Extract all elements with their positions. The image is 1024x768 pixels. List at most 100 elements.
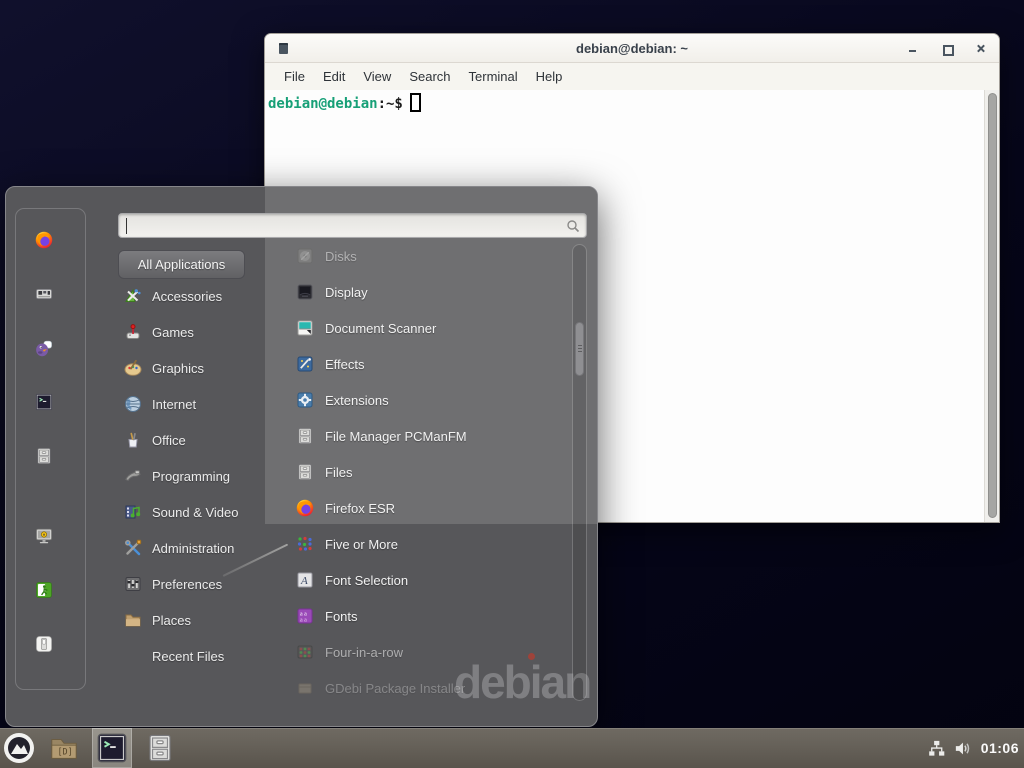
category-preferences[interactable]: Preferences bbox=[114, 566, 264, 602]
terminal-menu-terminal[interactable]: Terminal bbox=[460, 65, 527, 88]
games-icon bbox=[124, 323, 142, 341]
category-administration[interactable]: Administration bbox=[114, 530, 264, 566]
maximize-button[interactable] bbox=[940, 42, 953, 55]
app-item-disks[interactable]: Disks bbox=[265, 238, 571, 274]
terminal-menu-file[interactable]: File bbox=[275, 65, 314, 88]
terminal-titlebar[interactable]: debian@debian: ~ bbox=[265, 34, 999, 63]
sound-video-icon bbox=[124, 503, 142, 521]
apps-scrollbar[interactable] bbox=[572, 244, 587, 701]
app-item-files[interactable]: Files bbox=[265, 454, 571, 490]
category-places[interactable]: Places bbox=[114, 602, 264, 638]
prompt-suffix: :~$ bbox=[378, 96, 403, 112]
document-scanner-icon bbox=[296, 319, 314, 337]
administration-icon bbox=[124, 539, 142, 557]
prompt-user-host: debian@debian bbox=[268, 96, 378, 112]
search-icon bbox=[566, 219, 580, 233]
category-label: Accessories bbox=[152, 289, 222, 304]
favorite-lock-screen[interactable] bbox=[34, 526, 68, 560]
category-office[interactable]: Office bbox=[114, 422, 264, 458]
scrollbar-grip bbox=[578, 345, 582, 354]
application-menu: debian All Applications AccessoriesGames… bbox=[5, 186, 598, 727]
app-label: Display bbox=[325, 285, 368, 300]
category-label: Internet bbox=[152, 397, 196, 412]
all-applications-button[interactable]: All Applications bbox=[118, 250, 245, 279]
favorite-firefox[interactable] bbox=[34, 230, 68, 264]
favorite-shut-down[interactable] bbox=[34, 634, 68, 668]
category-accessories[interactable]: Accessories bbox=[114, 278, 264, 314]
app-item-file-manager-pcmanfm[interactable]: File Manager PCManFM bbox=[265, 418, 571, 454]
favorite-pidgin[interactable] bbox=[34, 338, 68, 372]
category-recent-files[interactable]: Recent Files bbox=[114, 638, 264, 674]
app-item-fonts[interactable]: a aa aFonts bbox=[265, 598, 571, 634]
minimize-button[interactable] bbox=[906, 42, 919, 55]
taskbar-file-manager-launcher[interactable]: [D] bbox=[44, 728, 84, 768]
category-label: Administration bbox=[152, 541, 234, 556]
svg-text:[D]: [D] bbox=[57, 747, 72, 757]
favorites-bottom-group bbox=[34, 526, 68, 668]
category-list: Accessories GamesGraphics Internet Office Pr… bbox=[114, 278, 264, 674]
fonts-icon: a aa a bbox=[296, 607, 314, 625]
category-label: Office bbox=[152, 433, 186, 448]
clock[interactable]: 01:06 bbox=[979, 740, 1019, 756]
terminal-scrollbar-thumb[interactable] bbox=[988, 93, 997, 518]
internet-icon bbox=[124, 395, 142, 413]
menu-search-box bbox=[118, 213, 587, 238]
favorite-terminal[interactable] bbox=[34, 392, 68, 426]
app-label: Four-in-a-row bbox=[325, 645, 403, 660]
app-label: Disks bbox=[325, 249, 357, 264]
favorite-files[interactable] bbox=[34, 446, 68, 480]
terminal-menubar: FileEditViewSearchTerminalHelp bbox=[265, 63, 999, 90]
volume-icon[interactable] bbox=[953, 739, 972, 758]
taskbar-files-launcher[interactable] bbox=[140, 728, 180, 768]
control-center-icon bbox=[35, 285, 67, 317]
close-button[interactable] bbox=[974, 42, 987, 55]
terminal-scrollbar[interactable] bbox=[984, 90, 999, 522]
five-or-more-icon bbox=[296, 535, 314, 553]
category-label: Places bbox=[152, 613, 191, 628]
app-item-five-or-more[interactable]: Five or More bbox=[265, 526, 571, 562]
font-selection-icon: A bbox=[296, 571, 314, 589]
network-icon[interactable] bbox=[927, 739, 946, 758]
gdebi-icon bbox=[296, 679, 314, 697]
terminal-menu-help[interactable]: Help bbox=[527, 65, 572, 88]
extensions-icon bbox=[296, 391, 314, 409]
app-label: File Manager PCManFM bbox=[325, 429, 467, 444]
firefox-icon bbox=[296, 499, 314, 517]
app-label: Five or More bbox=[325, 537, 398, 552]
terminal-menu-edit[interactable]: Edit bbox=[314, 65, 354, 88]
lock-screen-icon bbox=[35, 527, 67, 559]
favorites-panel bbox=[15, 208, 86, 690]
terminal-menu-view[interactable]: View bbox=[354, 65, 400, 88]
category-internet[interactable]: Internet bbox=[114, 386, 264, 422]
app-item-extensions[interactable]: Extensions bbox=[265, 382, 571, 418]
svg-text:A: A bbox=[300, 575, 308, 587]
app-item-gdebi-package-installer[interactable]: GDebi Package Installer bbox=[265, 670, 571, 706]
taskbar-launchers: [D] bbox=[44, 728, 180, 768]
taskbar: [D] 01:06 bbox=[0, 728, 1024, 768]
favorite-control-center[interactable] bbox=[34, 284, 68, 318]
favorite-log-out[interactable] bbox=[34, 580, 68, 614]
app-item-four-in-a-row[interactable]: Four-in-a-row bbox=[265, 634, 571, 670]
shut-down-icon bbox=[35, 635, 67, 667]
taskbar-terminal-window-button[interactable] bbox=[92, 728, 132, 768]
category-programming[interactable]: Programming bbox=[114, 458, 264, 494]
blank-icon bbox=[124, 647, 142, 665]
category-games[interactable]: Games bbox=[114, 314, 264, 350]
places-icon bbox=[124, 611, 142, 629]
four-in-a-row-icon bbox=[296, 643, 314, 661]
terminal-menu-search[interactable]: Search bbox=[400, 65, 459, 88]
app-item-firefox-esr[interactable]: Firefox ESR bbox=[265, 490, 571, 526]
apps-scrollbar-thumb[interactable] bbox=[575, 322, 584, 376]
terminal-prompt: debian@debian:~$ bbox=[268, 93, 421, 112]
app-item-document-scanner[interactable]: Document Scanner bbox=[265, 310, 571, 346]
app-item-display[interactable]: Display bbox=[265, 274, 571, 310]
menu-button[interactable] bbox=[0, 728, 38, 768]
category-label: Recent Files bbox=[152, 649, 224, 664]
search-input[interactable] bbox=[127, 216, 557, 235]
category-sound-video[interactable]: Sound & Video bbox=[114, 494, 264, 530]
category-graphics[interactable]: Graphics bbox=[114, 350, 264, 386]
favorites-top-group bbox=[34, 230, 68, 480]
app-item-font-selection[interactable]: AFont Selection bbox=[265, 562, 571, 598]
terminal-icon bbox=[35, 393, 67, 425]
app-item-effects[interactable]: Effects bbox=[265, 346, 571, 382]
